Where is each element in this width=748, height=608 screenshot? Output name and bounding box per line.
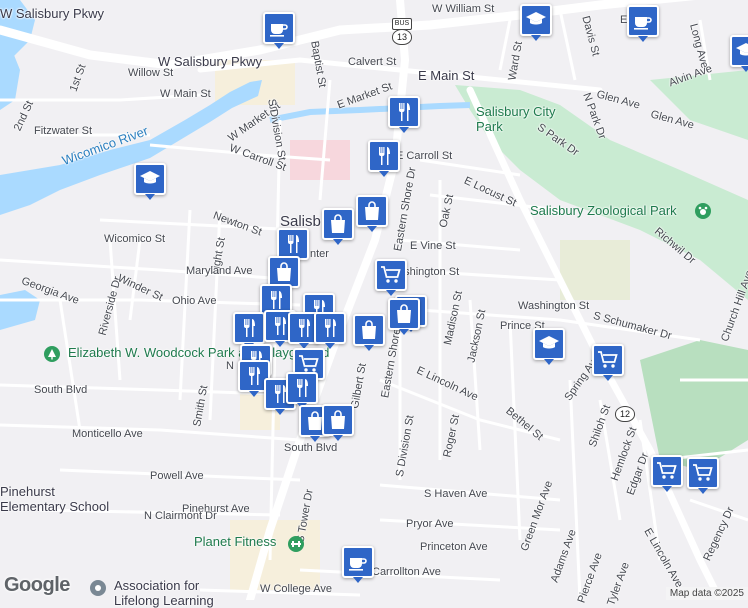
- graduation-cap-icon: [537, 332, 561, 356]
- coffee-cup-icon: [346, 550, 370, 574]
- zoo-label: Salisbury Zoological Park: [530, 203, 677, 218]
- grocery-pin[interactable]: [592, 344, 624, 381]
- fork-knife-icon: [237, 316, 261, 340]
- shopping-pin[interactable]: [353, 314, 385, 351]
- shopping-cart-icon: [691, 461, 715, 485]
- street-label: Wicomico St: [104, 233, 166, 245]
- restaurant-pin[interactable]: [233, 312, 265, 349]
- shopping-pin[interactable]: [356, 195, 388, 232]
- grocery-pin[interactable]: [651, 455, 683, 492]
- street-label: Pryor Ave: [406, 518, 454, 530]
- restaurant-pin[interactable]: [388, 96, 420, 133]
- coffee-cup-icon: [631, 9, 655, 33]
- shopping-bag-icon: [326, 408, 350, 432]
- park-label: Elizabeth W. Woodcock Park and Playgroun…: [68, 345, 330, 360]
- fork-knife-icon: [392, 100, 416, 124]
- street-label: Fitzwater St: [34, 125, 93, 137]
- street-label: South Blvd: [34, 384, 88, 396]
- street-label: E Carroll St: [396, 150, 453, 162]
- fork-knife-icon: [290, 376, 314, 400]
- street-label: W Main St: [160, 88, 211, 100]
- fork-knife-icon: [264, 288, 288, 312]
- grocery-pin[interactable]: [375, 259, 407, 296]
- organization-label: Association for Lifelong Learning: [114, 578, 214, 608]
- street-label: W Salisbury Pkwy: [0, 6, 105, 21]
- street-label: Ohio Ave: [172, 295, 217, 307]
- route-12-shield: 12: [615, 406, 635, 422]
- fork-knife-icon: [318, 316, 342, 340]
- cafe-pin[interactable]: [627, 5, 659, 42]
- park-icon: [44, 346, 60, 362]
- shopping-cart-icon: [596, 348, 620, 372]
- shopping-bag-icon: [357, 318, 381, 342]
- shopping-pin[interactable]: [388, 298, 420, 335]
- park-label: Salisbury City Park: [476, 104, 556, 134]
- shopping-cart-icon: [655, 459, 679, 483]
- fork-knife-icon: [292, 316, 316, 340]
- street-label: N Clairmont Dr: [144, 510, 217, 522]
- cafe-pin[interactable]: [342, 546, 374, 583]
- cafe-pin[interactable]: [263, 12, 295, 49]
- gym-icon: [288, 536, 304, 552]
- street-label: W College Ave: [260, 583, 332, 595]
- school-label: Pinehurst Elementary School: [0, 484, 110, 514]
- graduation-cap-icon: [524, 8, 548, 32]
- graduation-cap-icon: [734, 39, 748, 63]
- school-pin[interactable]: [533, 328, 565, 365]
- fork-knife-icon: [242, 364, 266, 388]
- organization-icon: [90, 580, 106, 596]
- school-pin[interactable]: [730, 35, 748, 72]
- city-label: Salisb: [280, 213, 321, 230]
- restaurant-pin[interactable]: [314, 312, 346, 349]
- fork-knife-icon: [281, 232, 305, 256]
- shopping-bag-icon: [326, 212, 350, 236]
- shopping-cart-icon: [379, 263, 403, 287]
- street-label: S Haven Ave: [424, 488, 488, 500]
- street-label: Washington St: [518, 300, 590, 312]
- street-label: E Vine St: [410, 240, 456, 252]
- map-data-attribution[interactable]: Map data ©2025: [665, 587, 748, 600]
- shopping-pin[interactable]: [322, 404, 354, 441]
- google-logo: Google: [4, 574, 70, 596]
- shopping-pin[interactable]: [322, 208, 354, 245]
- shopping-bag-icon: [392, 302, 416, 326]
- graduation-cap-icon: [138, 167, 162, 191]
- shopping-bag-icon: [272, 260, 296, 284]
- street-label: Powell Ave: [150, 470, 204, 482]
- fork-knife-icon: [372, 144, 396, 168]
- restaurant-pin[interactable]: [368, 140, 400, 177]
- route-13-shield: 13: [392, 29, 412, 45]
- grocery-pin[interactable]: [687, 457, 719, 494]
- street-label: Maryland Ave: [186, 265, 253, 277]
- street-label: E Main St: [418, 68, 475, 83]
- street-label: South Blvd: [284, 442, 338, 454]
- gym-label: Planet Fitness: [194, 534, 277, 549]
- shopping-bag-icon: [360, 199, 384, 223]
- street-label: Princeton Ave: [420, 541, 488, 553]
- school-pin[interactable]: [520, 4, 552, 41]
- street-label: Willow St: [128, 67, 174, 79]
- school-pin[interactable]: [134, 163, 166, 200]
- street-label: Monticello Ave: [72, 428, 143, 440]
- street-label: N: [226, 360, 234, 372]
- street-label: Calvert St: [348, 56, 397, 68]
- street-label: nter: [310, 248, 329, 260]
- coffee-cup-icon: [267, 16, 291, 40]
- street-label: W Salisbury Pkwy: [158, 54, 263, 69]
- street-label: W William St: [432, 3, 495, 15]
- zoo-icon: [695, 203, 711, 219]
- street-label: Carrollton Ave: [372, 566, 441, 578]
- restaurant-pin[interactable]: [286, 372, 318, 409]
